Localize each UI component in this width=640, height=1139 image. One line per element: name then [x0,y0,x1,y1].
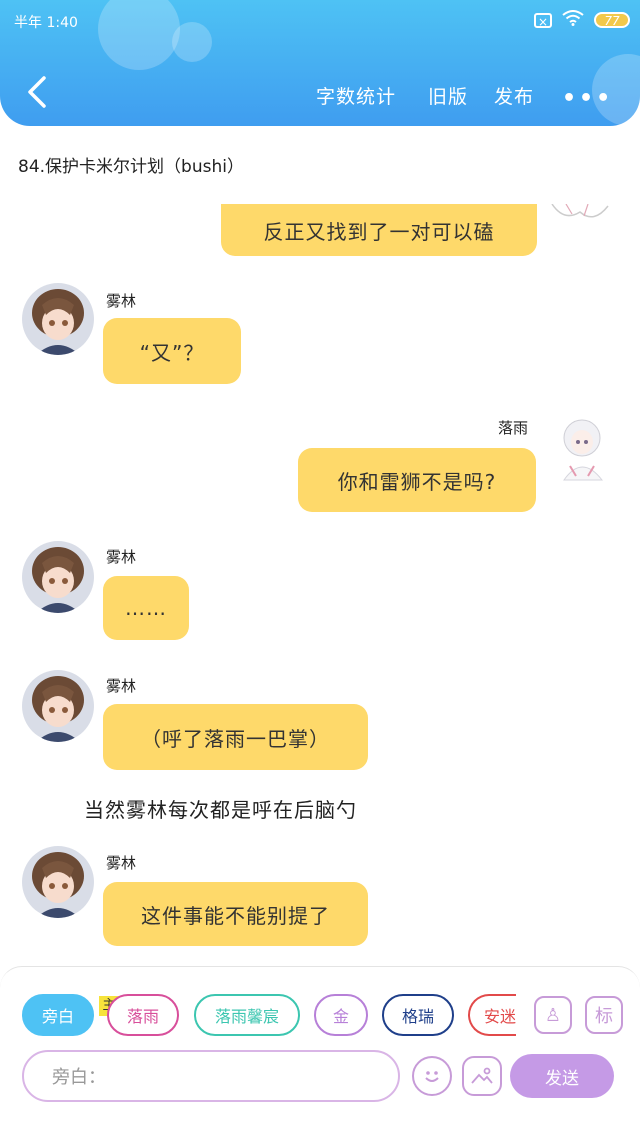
old-version-button[interactable]: 旧版 [428,82,468,109]
status-icons: × 77 [534,10,630,30]
message-bubble[interactable]: （呼了落雨一巴掌） [103,704,368,770]
role-chip[interactable]: 金 [314,994,368,1036]
speaker-name: 雾林 [106,677,137,695]
emoji-icon[interactable] [412,1056,452,1096]
back-arrow-icon[interactable] [22,74,58,110]
role-chip[interactable]: 格瑞 [382,994,454,1036]
decor-circle [172,22,212,62]
message-bubble[interactable]: 你和雷狮不是吗? [298,448,536,512]
top-header: 半年 1:40 × 77 字数统计 旧版 发布 ••• [0,0,640,126]
send-button[interactable]: 发送 [510,1054,614,1098]
avatar[interactable] [22,670,94,742]
narration-text[interactable]: 当然雾林每次都是呼在后脑勺 [84,794,357,823]
message-bubble[interactable]: …… [103,576,189,640]
mark-button[interactable]: 标 [585,996,623,1034]
sim-icon: × [534,12,552,29]
story-title: 84.保护卡米尔计划（bushi） [18,157,244,177]
role-manage-icon[interactable]: ♙ [534,996,572,1034]
more-options-icon[interactable]: ••• [562,86,613,111]
wifi-icon [562,10,584,30]
avatar[interactable] [22,846,94,918]
role-chip[interactable]: 落雨馨宸 [194,994,300,1036]
message-input[interactable]: 旁白： [22,1050,400,1102]
message-bubble[interactable]: 这件事能不能别提了 [103,882,368,946]
speaker-name: 雾林 [106,548,137,566]
avatar[interactable] [22,283,94,355]
role-chip[interactable]: 落雨 [107,994,179,1036]
image-icon[interactable] [462,1056,502,1096]
avatar[interactable] [546,410,618,482]
message-bubble[interactable]: 反正又找到了一对可以磕 [221,204,537,256]
avatar-partial [550,203,610,226]
battery-indicator: 77 [594,12,630,28]
publish-button[interactable]: 发布 [494,82,534,109]
avatar[interactable] [22,541,94,613]
status-time: 半年 1:40 [14,15,78,31]
speaker-name: 雾林 [106,292,137,310]
role-chip[interactable]: 安迷 [468,994,516,1036]
role-chip-narrator[interactable]: 旁白 [22,994,94,1036]
speaker-name: 落雨 [498,419,529,437]
decor-circle [98,0,180,70]
speaker-name: 雾林 [106,854,137,872]
message-bubble[interactable]: “又”？ [103,318,241,384]
word-count-button[interactable]: 字数统计 [316,82,396,109]
